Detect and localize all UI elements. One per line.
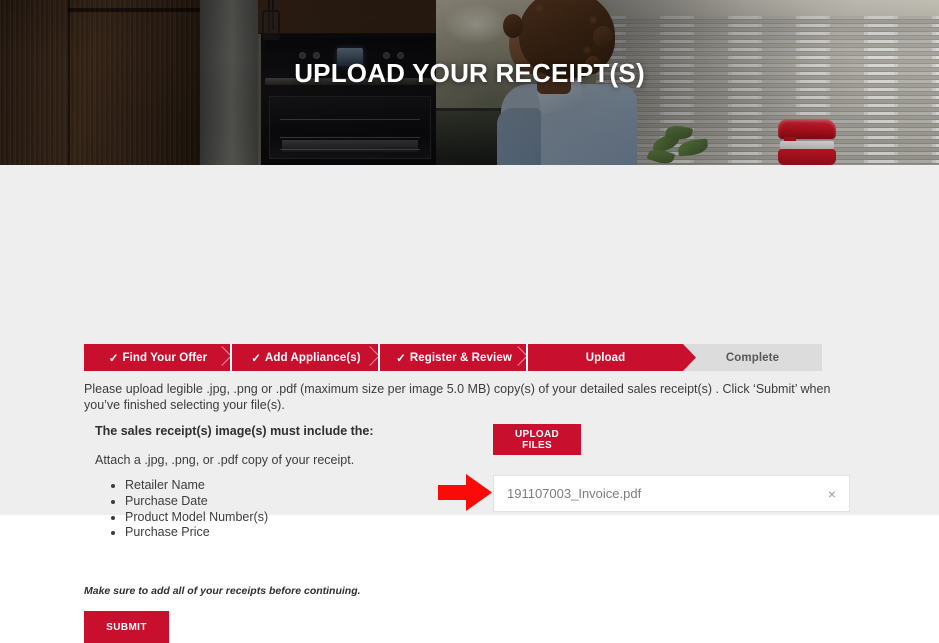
arrow-head bbox=[466, 474, 492, 511]
progress-steps: ✓ Find Your Offer ✓ Add Appliance(s) ✓ R… bbox=[84, 344, 822, 371]
step-complete: Complete bbox=[683, 344, 822, 371]
upload-files-button[interactable]: UPLOAD FILES bbox=[493, 424, 581, 455]
requirements-list: Retailer Name Purchase Date Product Mode… bbox=[95, 478, 425, 541]
step-find-your-offer[interactable]: ✓ Find Your Offer bbox=[84, 344, 232, 371]
attach-instructions: Attach a .jpg, .png, or .pdf copy of you… bbox=[95, 453, 355, 467]
chevron-right-icon bbox=[363, 344, 381, 371]
continue-note: Make sure to add all of your receipts be… bbox=[84, 585, 361, 597]
list-item: Product Model Number(s) bbox=[125, 510, 425, 526]
arrow-right-annotation-icon bbox=[438, 474, 496, 511]
list-item: Purchase Date bbox=[125, 494, 425, 510]
chevron-right-icon bbox=[215, 344, 233, 371]
step-label: Find Your Offer bbox=[122, 351, 208, 364]
requirements-column: The sales receipt(s) image(s) must inclu… bbox=[95, 424, 425, 541]
step-upload[interactable]: Upload bbox=[528, 344, 696, 371]
step-label: Add Appliance(s) bbox=[265, 351, 361, 364]
page-body: ✓ Find Your Offer ✓ Add Appliance(s) ✓ R… bbox=[0, 165, 939, 643]
list-item: Retailer Name bbox=[125, 478, 425, 494]
check-icon: ✓ bbox=[108, 352, 119, 365]
uploaded-file-row[interactable]: 191107003_Invoice.pdf × bbox=[493, 475, 850, 512]
step-add-appliances[interactable]: ✓ Add Appliance(s) bbox=[232, 344, 380, 371]
step-label: Complete bbox=[725, 351, 780, 364]
page-title: UPLOAD YOUR RECEIPT(S) bbox=[294, 58, 645, 88]
step-label: Register & Review bbox=[409, 351, 512, 364]
chevron-right-icon bbox=[511, 344, 529, 371]
step-label: Upload bbox=[585, 351, 626, 364]
check-icon: ✓ bbox=[251, 352, 261, 365]
hero-banner: UPLOAD YOUR RECEIPT(S) bbox=[0, 0, 939, 165]
upload-instructions: Please upload legible .jpg, .png or .pdf… bbox=[84, 382, 831, 412]
check-icon: ✓ bbox=[396, 352, 406, 365]
submit-button[interactable]: SUBMIT bbox=[84, 611, 169, 643]
close-icon[interactable]: × bbox=[815, 477, 849, 510]
list-item: Purchase Price bbox=[125, 525, 425, 541]
arrow-shaft bbox=[438, 485, 468, 500]
uploaded-file-name: 191107003_Invoice.pdf bbox=[507, 486, 642, 501]
requirements-heading: The sales receipt(s) image(s) must inclu… bbox=[95, 424, 374, 438]
step-register-and-review[interactable]: ✓ Register & Review bbox=[380, 344, 528, 371]
